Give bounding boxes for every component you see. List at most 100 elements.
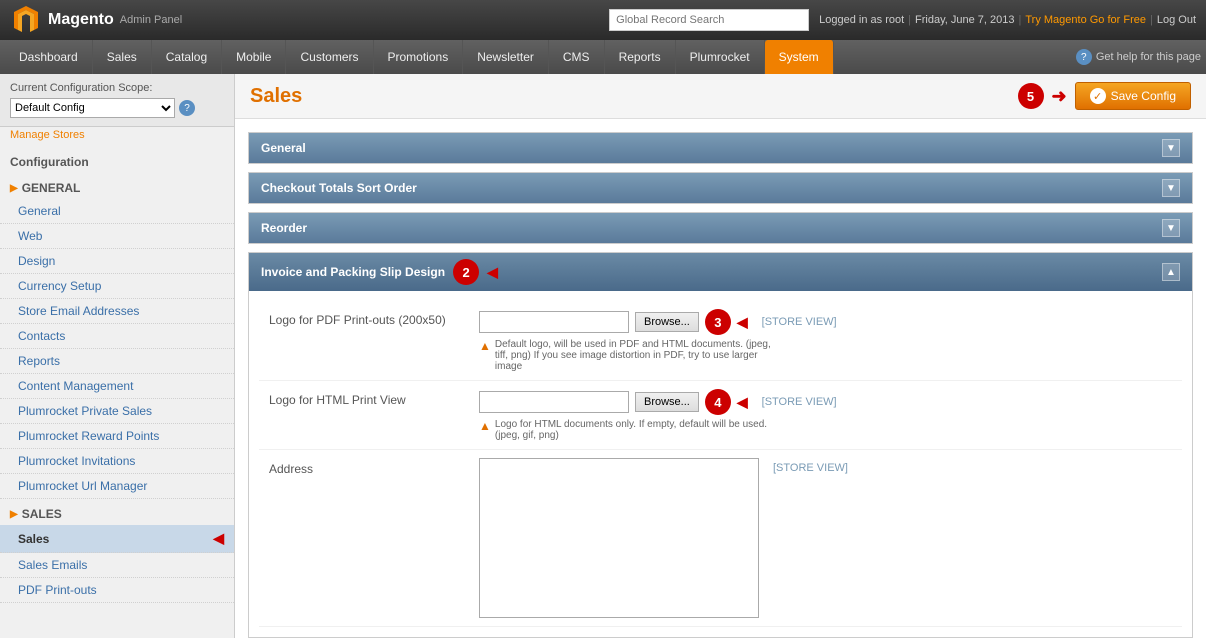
logo-html-hint-text: Logo for HTML documents only. If empty, …: [495, 419, 779, 441]
store-view-badge-pdf: [STORE VIEW]: [762, 316, 837, 328]
section-checkout: Checkout Totals Sort Order ▼: [248, 172, 1193, 204]
hint-icon-pdf: ▲: [479, 339, 491, 353]
hint-icon-html: ▲: [479, 419, 491, 433]
sidebar-item-web[interactable]: Web: [0, 224, 234, 249]
section-reorder: Reorder ▼: [248, 212, 1193, 244]
save-icon: ✓: [1090, 88, 1106, 104]
arrow-4: ◀: [737, 394, 748, 411]
sidebar-item-plumrocket-reward[interactable]: Plumrocket Reward Points: [0, 424, 234, 449]
logo-text: Magento: [48, 11, 114, 29]
step-badge-5: 5: [1018, 83, 1044, 109]
nav-promotions[interactable]: Promotions: [374, 40, 464, 74]
sidebar-item-plumrocket-invitations[interactable]: Plumrocket Invitations: [0, 449, 234, 474]
nav-catalog[interactable]: Catalog: [152, 40, 222, 74]
logo-pdf-input[interactable]: [479, 311, 629, 333]
sidebar-item-pdf-printouts[interactable]: PDF Print-outs: [0, 578, 234, 603]
section-invoice-header-left: Invoice and Packing Slip Design 2 ◀: [261, 259, 498, 285]
nav-newsletter[interactable]: Newsletter: [463, 40, 549, 74]
content-area: Sales 5 ➜ ✓ Save Config General ▼: [235, 74, 1206, 638]
header: Magento Admin Panel Logged in as root | …: [0, 0, 1206, 40]
logo-pdf-hint: ▲ Default logo, will be used in PDF and …: [479, 339, 779, 372]
section-invoice-title: Invoice and Packing Slip Design: [261, 265, 445, 279]
section-reorder-header[interactable]: Reorder ▼: [249, 213, 1192, 243]
magento-logo-icon: [10, 4, 42, 36]
address-field-row: [STORE VIEW]: [479, 458, 1182, 618]
nav-sales[interactable]: Sales: [93, 40, 152, 74]
nav-dashboard[interactable]: Dashboard: [5, 40, 93, 74]
scope-label: Current Configuration Scope:: [10, 82, 224, 94]
sidebar-item-contacts[interactable]: Contacts: [0, 324, 234, 349]
section-general-label: ▶ GENERAL: [0, 173, 234, 199]
sidebar-item-sales-label: Sales: [18, 532, 49, 546]
sales-arrow-indicator: ◀: [213, 530, 224, 547]
section-sales-arrow: ▶: [10, 509, 18, 520]
content-header: Sales 5 ➜ ✓ Save Config: [235, 74, 1206, 119]
logo-html-input[interactable]: [479, 391, 629, 413]
arrow-2: ◀: [487, 264, 498, 281]
address-label: Address: [259, 458, 479, 476]
form-row-logo-pdf: Logo for PDF Print-outs (200x50) Browse.…: [259, 301, 1182, 381]
section-general-title: General: [261, 141, 306, 155]
nav-system[interactable]: System: [765, 40, 834, 74]
section-invoice-header[interactable]: Invoice and Packing Slip Design 2 ◀ ▲: [249, 253, 1192, 291]
sidebar-item-sales[interactable]: Sales ◀: [0, 525, 234, 553]
logo-html-hint: ▲ Logo for HTML documents only. If empty…: [479, 419, 779, 441]
sidebar-item-general[interactable]: General: [0, 199, 234, 224]
save-config-button[interactable]: ✓ Save Config: [1075, 82, 1191, 110]
help-text: Get help for this page: [1096, 51, 1201, 63]
logo-pdf-field-row: Browse... 3 ◀ [STORE VIEW]: [479, 309, 1182, 335]
section-general-arrow: ▶: [10, 183, 18, 194]
logo-html-browse-button[interactable]: Browse...: [635, 392, 699, 412]
nav-plumrocket[interactable]: Plumrocket: [676, 40, 765, 74]
section-invoice: Invoice and Packing Slip Design 2 ◀ ▲ Lo…: [248, 252, 1193, 638]
logo-pdf-label: Logo for PDF Print-outs (200x50): [259, 309, 479, 327]
log-out-link[interactable]: Log Out: [1157, 14, 1196, 26]
sidebar-item-content-mgmt[interactable]: Content Management: [0, 374, 234, 399]
save-config-label: Save Config: [1111, 89, 1176, 103]
step-badge-3: 3: [705, 309, 731, 335]
address-field: [STORE VIEW]: [479, 458, 1182, 618]
nav-reports[interactable]: Reports: [605, 40, 676, 74]
section-invoice-toggle[interactable]: ▲: [1162, 263, 1180, 281]
sidebar: Current Configuration Scope: Default Con…: [0, 74, 235, 638]
try-magento-link[interactable]: Try Magento Go for Free: [1025, 14, 1146, 26]
section-checkout-title: Checkout Totals Sort Order: [261, 181, 417, 195]
sidebar-scope: Current Configuration Scope: Default Con…: [0, 74, 234, 127]
sidebar-item-plumrocket-private[interactable]: Plumrocket Private Sales: [0, 399, 234, 424]
section-reorder-title: Reorder: [261, 221, 307, 235]
section-checkout-header[interactable]: Checkout Totals Sort Order ▼: [249, 173, 1192, 203]
sidebar-item-reports[interactable]: Reports: [0, 349, 234, 374]
date-text: Friday, June 7, 2013: [915, 14, 1014, 26]
sidebar-item-store-email[interactable]: Store Email Addresses: [0, 299, 234, 324]
nav-help[interactable]: ? Get help for this page: [1076, 40, 1201, 74]
config-label: Configuration: [0, 147, 234, 173]
sidebar-item-plumrocket-url[interactable]: Plumrocket Url Manager: [0, 474, 234, 499]
arrow-to-save: ➜: [1052, 86, 1067, 107]
manage-stores-link[interactable]: Manage Stores: [0, 127, 234, 147]
nav-bar: Dashboard Sales Catalog Mobile Customers…: [0, 40, 1206, 74]
section-general-toggle[interactable]: ▼: [1162, 139, 1180, 157]
section-general-header[interactable]: General ▼: [249, 133, 1192, 163]
nav-customers[interactable]: Customers: [286, 40, 373, 74]
page-title: Sales: [250, 85, 302, 108]
section-general: General ▼: [248, 132, 1193, 164]
logged-in-text: Logged in as root: [819, 14, 904, 26]
logo-sub: Admin Panel: [120, 14, 182, 26]
logo-html-field-row: Browse... 4 ◀ [STORE VIEW]: [479, 389, 1182, 415]
header-right: Logged in as root | Friday, June 7, 2013…: [819, 14, 1196, 26]
nav-cms[interactable]: CMS: [549, 40, 605, 74]
address-textarea[interactable]: [479, 458, 759, 618]
section-checkout-toggle[interactable]: ▼: [1162, 179, 1180, 197]
main-layout: Current Configuration Scope: Default Con…: [0, 74, 1206, 638]
nav-mobile[interactable]: Mobile: [222, 40, 286, 74]
scope-select[interactable]: Default Config: [10, 98, 175, 118]
sidebar-item-design[interactable]: Design: [0, 249, 234, 274]
section-reorder-toggle[interactable]: ▼: [1162, 219, 1180, 237]
logo-pdf-browse-button[interactable]: Browse...: [635, 312, 699, 332]
sidebar-item-currency-setup[interactable]: Currency Setup: [0, 274, 234, 299]
step-badge-2: 2: [453, 259, 479, 285]
global-search-input[interactable]: [609, 9, 809, 31]
form-row-logo-html: Logo for HTML Print View Browse... 4 ◀ […: [259, 381, 1182, 450]
scope-info-icon[interactable]: ?: [179, 100, 195, 116]
sidebar-item-sales-emails[interactable]: Sales Emails: [0, 553, 234, 578]
